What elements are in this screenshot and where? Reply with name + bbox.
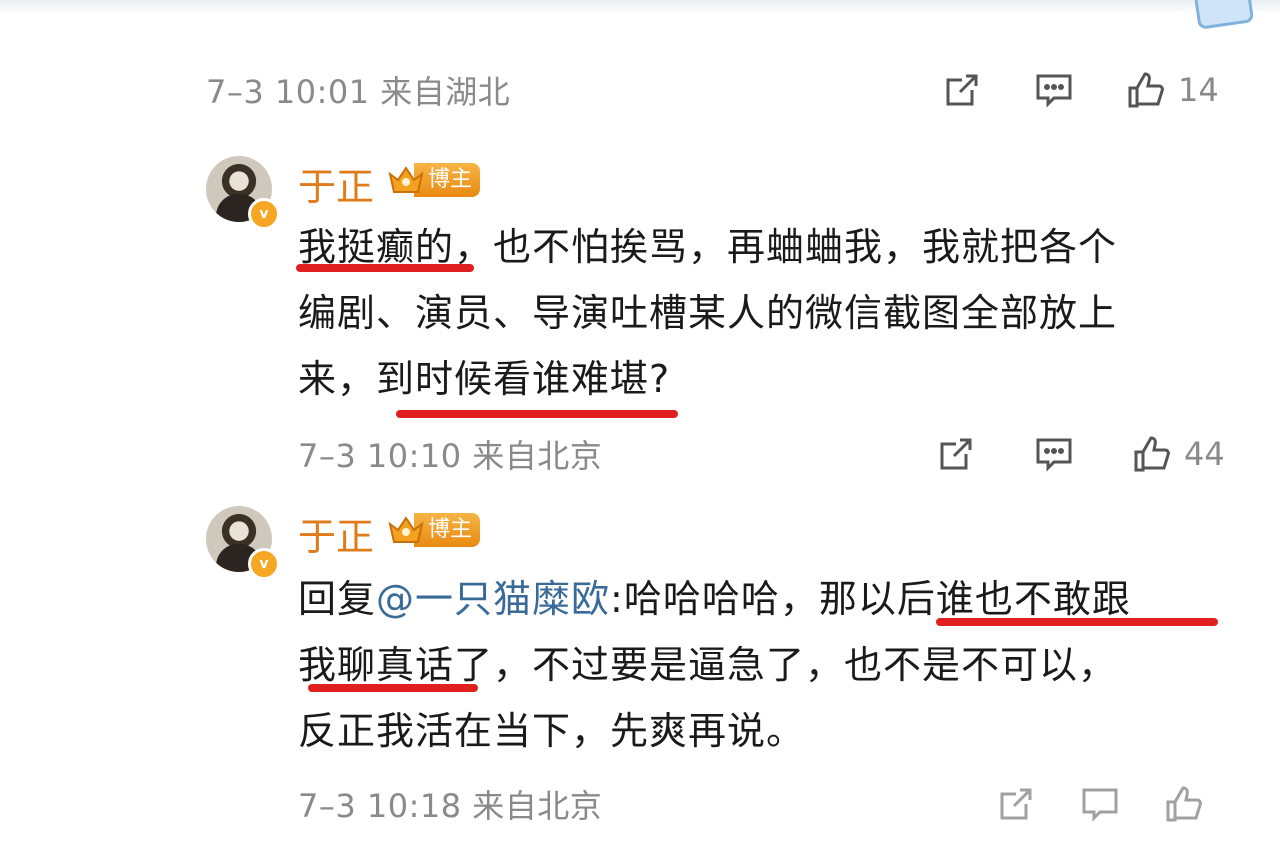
comment-actions-3 [994, 782, 1206, 826]
highlight-underline [936, 618, 1218, 626]
repost-icon[interactable] [934, 432, 978, 476]
blogger-badge: 博主 [386, 160, 481, 200]
comment-meta-1: 7–3 10:01 来自湖北 [206, 68, 510, 112]
username[interactable]: 于正 [298, 156, 374, 211]
comment-body-1: 我挺癫的，也不怕挨骂，再蛐蛐我，我就把各个 编剧、演员、导演吐槽某人的微信截图全… [298, 214, 1238, 412]
like-count: 14 [1178, 71, 1219, 109]
reply-prefix: 回复 [298, 577, 377, 621]
mention-link[interactable]: @一只猫糜欧 [376, 577, 610, 621]
verified-badge-icon: v [248, 548, 280, 580]
comment-line: 反正我活在当下，先爽再说。 [298, 709, 806, 753]
comment-icon[interactable] [1032, 68, 1076, 112]
comment-meta-text: 7–3 10:18 来自北京 [298, 787, 603, 825]
like-icon[interactable] [1130, 432, 1174, 476]
like-icon[interactable] [1162, 782, 1206, 826]
comment-actions-2: 44 [934, 432, 1225, 476]
comment-actions-1: 14 [940, 68, 1219, 112]
comment-meta-text: 7–3 10:10 来自北京 [298, 437, 603, 475]
comment-meta-3: 7–3 10:18 来自北京 [298, 782, 602, 826]
highlight-underline [296, 264, 474, 272]
comment-body-2: 回复@一只猫糜欧:哈哈哈哈，那以后谁也不敢跟 我聊真话了，不过要是逼急了，也不是… [298, 566, 1238, 764]
comment-icon[interactable] [1078, 782, 1122, 826]
comment-icon[interactable] [1032, 432, 1076, 476]
verified-badge-icon: v [248, 198, 280, 230]
comment-line: 编剧、演员、导演吐槽某人的微信截图全部放上 [298, 291, 1118, 335]
top-fade [0, 0, 1280, 14]
crown-icon [388, 516, 424, 543]
comment-meta-text: 7–3 10:01 来自湖北 [206, 73, 511, 111]
comment-text: :哈哈哈哈，那以后谁也不敢跟 [610, 577, 1131, 621]
repost-icon[interactable] [994, 782, 1038, 826]
username[interactable]: 于正 [298, 506, 374, 561]
comment-line: 来，到时候看谁难堪? [298, 357, 671, 401]
highlight-underline [308, 684, 478, 692]
like-count: 44 [1184, 435, 1225, 473]
crown-icon [388, 166, 424, 193]
comment-meta-2: 7–3 10:10 来自北京 [298, 432, 602, 476]
corner-badge-icon [1193, 0, 1255, 30]
blogger-badge: 博主 [386, 510, 481, 550]
highlight-underline [396, 410, 678, 418]
like-icon[interactable] [1124, 68, 1168, 112]
repost-icon[interactable] [940, 68, 984, 112]
